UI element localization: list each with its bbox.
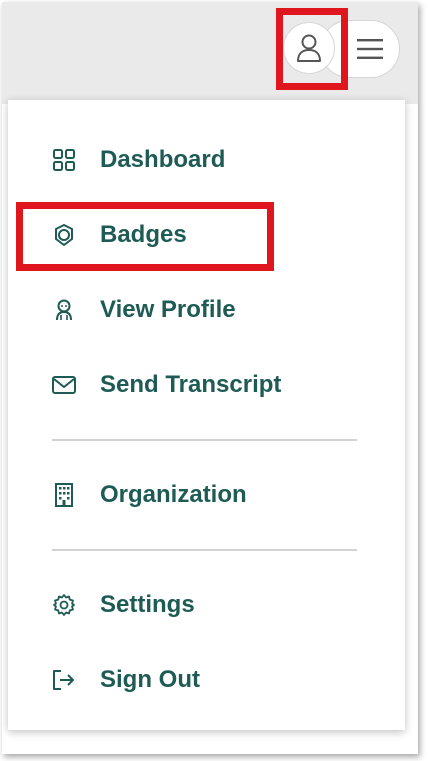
- sign-out-icon: [52, 668, 76, 692]
- menu-item-label: Dashboard: [100, 146, 226, 173]
- menu-item-settings[interactable]: Settings: [52, 585, 195, 625]
- menu-item-label: Send Transcript: [100, 371, 282, 398]
- app-window: Dashboard Badges View Profile Send Trans…: [2, 2, 418, 754]
- menu-item-sign-out[interactable]: Sign Out: [52, 660, 200, 700]
- menu-item-label: Organization: [100, 481, 247, 508]
- envelope-icon: [52, 373, 76, 397]
- menu-item-organization[interactable]: Organization: [52, 475, 247, 515]
- hamburger-menu-icon: [357, 38, 383, 60]
- user-icon: [295, 33, 323, 63]
- menu-item-label: Sign Out: [100, 666, 200, 693]
- menu-item-dashboard[interactable]: Dashboard: [52, 140, 225, 180]
- menu-item-label: Settings: [100, 591, 195, 618]
- menu-item-view-profile[interactable]: View Profile: [52, 290, 236, 330]
- user-account-button[interactable]: [283, 22, 335, 74]
- menu-item-badges[interactable]: Badges: [52, 215, 187, 255]
- user-dropdown-menu: Dashboard Badges View Profile Send Trans…: [8, 100, 405, 730]
- menu-item-label: Badges: [100, 221, 187, 248]
- profile-icon: [52, 298, 76, 322]
- building-icon: [52, 483, 76, 507]
- menu-item-label: View Profile: [100, 296, 236, 323]
- gear-icon: [52, 593, 76, 617]
- menu-divider: [52, 439, 357, 441]
- badge-icon: [52, 223, 76, 247]
- menu-divider: [52, 549, 357, 551]
- dashboard-grid-icon: [52, 148, 76, 172]
- menu-item-send-transcript[interactable]: Send Transcript: [52, 365, 281, 405]
